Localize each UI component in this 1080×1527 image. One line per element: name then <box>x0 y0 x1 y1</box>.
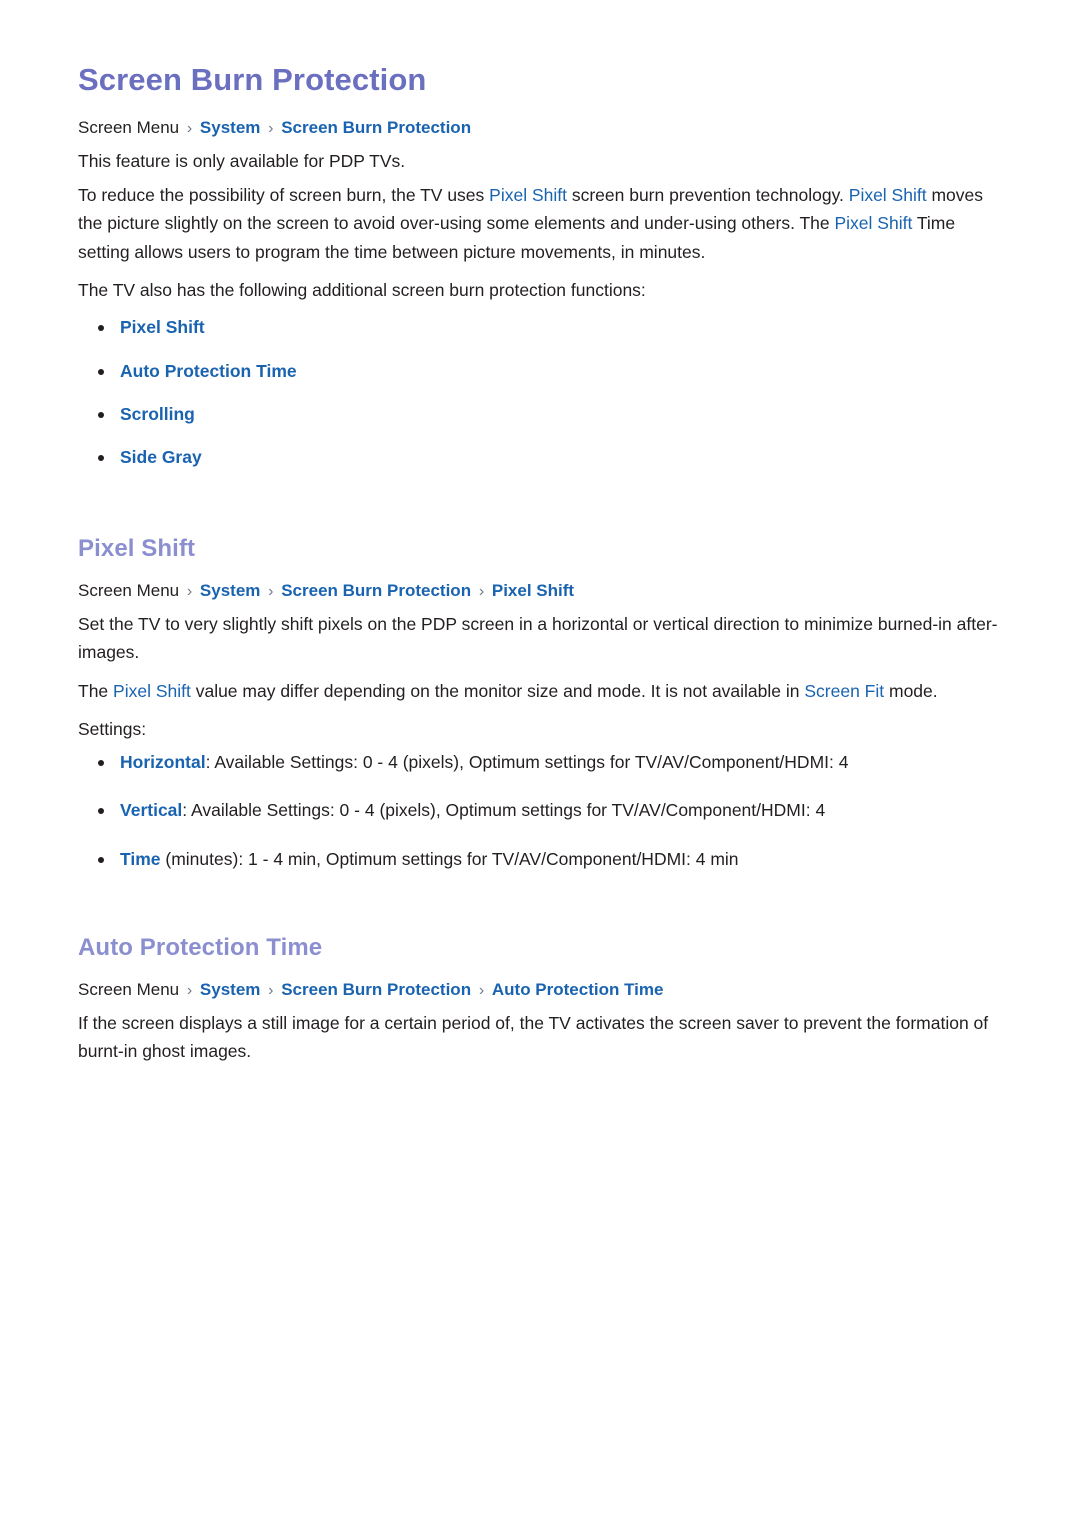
breadcrumb-link-system[interactable]: System <box>200 118 260 137</box>
keyword-pixel-shift[interactable]: Pixel Shift <box>835 213 913 233</box>
list-item: Side Gray <box>78 444 1002 470</box>
breadcrumb-pixel-shift: Screen Menu › System › Screen Burn Prote… <box>78 578 1002 604</box>
setting-label-time[interactable]: Time <box>120 849 161 869</box>
chevron-right-icon: › <box>478 981 485 999</box>
pixel-shift-p2-part-1: The <box>78 680 114 701</box>
keyword-screen-fit[interactable]: Screen Fit <box>804 681 884 701</box>
section-title-pixel-shift: Pixel Shift <box>78 535 196 563</box>
chevron-right-icon: › <box>186 981 193 999</box>
section-title-auto-protection-time: Auto Protection Time <box>78 933 323 961</box>
breadcrumb-screen-burn-protection: Screen Menu › System › Screen Burn Prote… <box>78 115 1002 141</box>
keyword-pixel-shift[interactable]: Pixel Shift <box>489 185 567 205</box>
chevron-right-icon: › <box>268 981 274 999</box>
list-item: Time (minutes): 1 - 4 min, Optimum setti… <box>78 846 1002 872</box>
availability-note: This feature is only available for PDP T… <box>78 150 406 171</box>
feature-link-scrolling[interactable]: Scrolling <box>120 404 195 424</box>
list-item: Scrolling <box>78 401 1002 427</box>
setting-label-horizontal[interactable]: Horizontal <box>120 752 206 772</box>
breadcrumb-link-screen-burn-protection[interactable]: Screen Burn Protection <box>281 118 471 137</box>
breadcrumb-root: Screen Menu <box>78 581 180 601</box>
list-item: Horizontal: Available Settings: 0 - 4 (p… <box>78 749 1002 775</box>
document-page: Screen Burn Protection Screen Menu › Sys… <box>0 0 1080 1527</box>
chevron-right-icon: › <box>268 583 274 601</box>
breadcrumb-auto-protection-time: Screen Menu › System › Screen Burn Prote… <box>78 977 1002 1003</box>
chevron-right-icon: › <box>186 583 193 601</box>
auto-protection-time-paragraph-1: If the screen displays a still image for… <box>78 1012 989 1062</box>
pixel-shift-paragraph-2: The Pixel Shift value may differ dependi… <box>78 677 1002 705</box>
breadcrumb-link-auto-protection-time[interactable]: Auto Protection Time <box>492 980 664 999</box>
keyword-pixel-shift[interactable]: Pixel Shift <box>849 185 927 205</box>
chevron-right-icon: › <box>268 119 274 137</box>
pixel-shift-paragraph-1: Set the TV to very slightly shift pixels… <box>78 614 998 663</box>
page-title: Screen Burn Protection <box>78 62 427 97</box>
breadcrumb-root: Screen Menu <box>78 117 180 137</box>
document-content: Screen Burn Protection Screen Menu › Sys… <box>78 62 1002 1065</box>
keyword-pixel-shift[interactable]: Pixel Shift <box>113 681 191 701</box>
feature-link-side-gray[interactable]: Side Gray <box>120 447 202 467</box>
list-item: Auto Protection Time <box>78 358 1002 384</box>
breadcrumb-link-system[interactable]: System <box>200 581 260 600</box>
setting-value-horizontal: : Available Settings: 0 - 4 (pixels), Op… <box>205 752 849 773</box>
pixel-shift-p2-part-3: mode. <box>884 680 938 701</box>
list-item: Pixel Shift <box>78 314 1002 340</box>
list-item: Vertical: Available Settings: 0 - 4 (pix… <box>78 797 1002 823</box>
setting-label-vertical[interactable]: Vertical <box>120 800 182 820</box>
feature-link-auto-protection-time[interactable]: Auto Protection Time <box>120 361 297 381</box>
intro-p1-part-1: To reduce the possibility of screen burn… <box>78 184 490 205</box>
feature-link-pixel-shift[interactable]: Pixel Shift <box>120 317 205 337</box>
settings-label: Settings: <box>78 719 147 740</box>
breadcrumb-link-screen-burn-protection[interactable]: Screen Burn Protection <box>281 980 471 999</box>
intro-paragraph-2: The TV also has the following additional… <box>78 279 646 300</box>
settings-list: Horizontal: Available Settings: 0 - 4 (p… <box>78 749 1002 872</box>
breadcrumb-root: Screen Menu <box>78 979 180 999</box>
setting-value-vertical: : Available Settings: 0 - 4 (pixels), Op… <box>182 800 826 821</box>
pixel-shift-p2-part-2: value may differ depending on the monito… <box>190 680 805 701</box>
chevron-right-icon: › <box>478 583 485 601</box>
breadcrumb-link-system[interactable]: System <box>200 980 260 999</box>
intro-paragraph-1: To reduce the possibility of screen burn… <box>78 181 1002 266</box>
feature-list: Pixel Shift Auto Protection Time Scrolli… <box>78 314 1002 470</box>
breadcrumb-link-screen-burn-protection[interactable]: Screen Burn Protection <box>281 581 471 600</box>
chevron-right-icon: › <box>186 119 193 137</box>
breadcrumb-link-pixel-shift[interactable]: Pixel Shift <box>492 581 574 600</box>
setting-value-time: (minutes): 1 - 4 min, Optimum settings f… <box>160 848 739 869</box>
intro-p1-part-2: screen burn prevention technology. <box>566 184 849 205</box>
